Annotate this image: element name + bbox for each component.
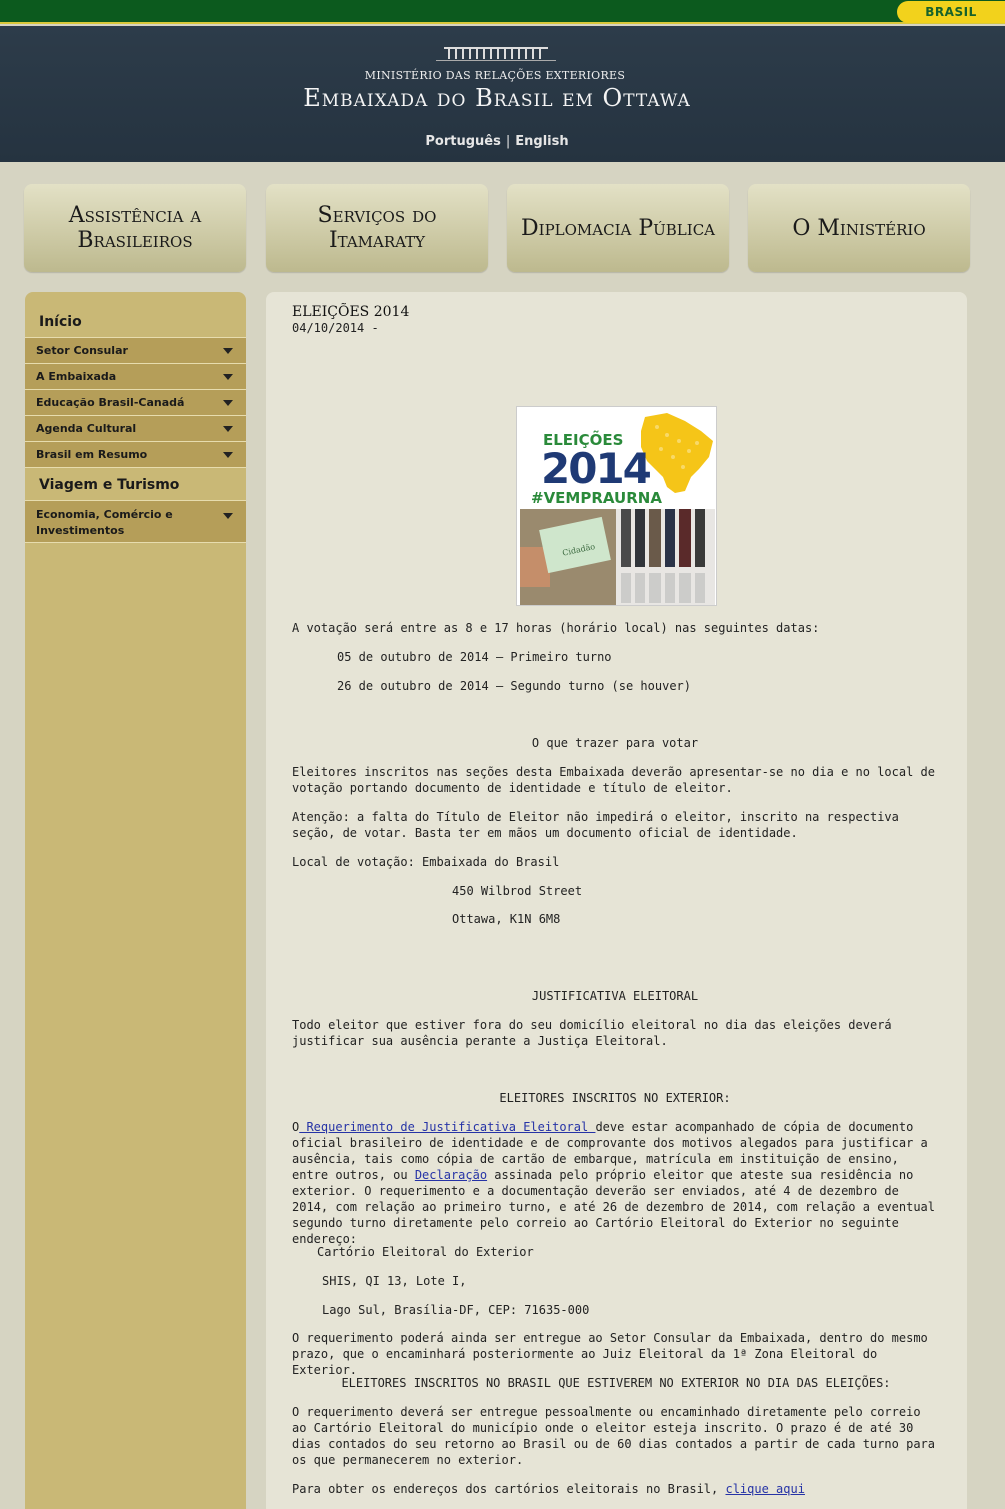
article-date: 04/10/2014 - (292, 321, 379, 335)
nav-diplomacia-button[interactable]: Diplomacia Pública (507, 184, 729, 272)
sidebar-item-label: Setor Consular (36, 344, 128, 357)
chevron-down-icon[interactable] (223, 513, 233, 519)
lang-separator: | (505, 134, 511, 149)
cartorio-line-2: SHIS, QI 13, Lote I, (322, 1274, 467, 1288)
justification-text: Todo eleitor que estiver fora do seu dom… (292, 1018, 899, 1048)
nav-ministerio-button[interactable]: O Ministério (748, 184, 970, 272)
itamaraty-logo-icon (436, 47, 556, 61)
chevron-down-icon[interactable] (223, 452, 233, 458)
consular-text: O requerimento poderá ainda ser entregue… (292, 1331, 935, 1377)
address-line-2: Ottawa, K1N 6M8 (452, 912, 561, 926)
sidebar-item-label: A Embaixada (36, 370, 117, 383)
sidebar-item-agenda-cultural[interactable]: Agenda Cultural (25, 416, 246, 442)
abroad-text: O Requerimento de Justificativa Eleitora… (292, 1119, 940, 1247)
chevron-down-icon[interactable] (223, 374, 233, 380)
ministry-name: MINISTÉRIO DAS RELAÇÕES EXTERIORES (364, 69, 626, 82)
sidebar: Início Setor Consular A Embaixada Educaç… (25, 292, 246, 1509)
justification-heading: JUSTIFICATIVA ELEITORAL (531, 989, 699, 1003)
poster-year-text: 2014 (541, 444, 651, 493)
sidebar-item-viagem[interactable]: Viagem e Turismo (25, 468, 246, 501)
cartorio-line-1: Cartório Eleitoral do Exterior (317, 1245, 534, 1259)
location-text: Local de votação: Embaixada do Brasil (292, 855, 560, 869)
chevron-down-icon[interactable] (223, 426, 233, 432)
chevron-down-icon[interactable] (223, 400, 233, 406)
abroad-heading: ELEITORES INSCRITOS NO EXTERIOR: (499, 1091, 731, 1105)
addresses-text: Para obter os endereços dos cartórios el… (292, 1481, 938, 1497)
chevron-down-icon[interactable] (223, 348, 233, 354)
bring-text: Eleitores inscritos nas seções desta Emb… (292, 765, 943, 795)
elections-poster-image: ELEIÇÕES 2014 #VEMPRAURNA Cidadão (517, 407, 716, 605)
sidebar-item-inicio[interactable]: Início (25, 292, 246, 338)
sidebar-item-brasil-em-resumo[interactable]: Brasil em Resumo (25, 442, 246, 468)
sidebar-item-economia[interactable]: Economia, Comércio e Investimentos (25, 501, 246, 543)
address-line-1: 450 Wilbrod Street (452, 884, 583, 898)
voting-times-text: A votação será entre as 8 e 17 horas (ho… (292, 621, 820, 635)
sidebar-item-label: Agenda Cultural (36, 422, 137, 435)
sidebar-item-label: Educação Brasil-Canadá (36, 396, 185, 409)
sidebar-item-a-embaixada[interactable]: A Embaixada (25, 364, 246, 390)
sidebar-item-setor-consular[interactable]: Setor Consular (25, 338, 246, 364)
site-header: MINISTÉRIO DAS RELAÇÕES EXTERIORES Embai… (0, 26, 1005, 162)
nav-servicos-button[interactable]: Serviços do Itamaraty (266, 184, 488, 272)
sidebar-item-label: Brasil em Resumo (36, 448, 148, 461)
requerimento-link[interactable]: Requerimento de Justificativa Eleitoral (299, 1120, 595, 1134)
lang-portugues-link[interactable]: Português (425, 134, 500, 149)
bring-heading: O que trazer para votar (531, 736, 699, 750)
brasil-heading: ELEITORES INSCRITOS NO BRASIL QUE ESTIVE… (341, 1376, 891, 1390)
site-title: Embaixada do Brasil em Ottawa (303, 84, 691, 112)
cartorio-line-3: Lago Sul, Brasília-DF, CEP: 71635-000 (322, 1303, 590, 1317)
attention-text: Atenção: a falta do Título de Eleitor nã… (292, 810, 907, 840)
poster-hashtag-text: #VEMPRAURNA (531, 489, 662, 507)
round-2-text: 26 de outubro de 2014 – Segundo turno (s… (337, 679, 692, 693)
sidebar-item-label: Economia, Comércio e Investimentos (36, 508, 173, 537)
addresses-text-prefix: Para obter os endereços dos cartórios el… (292, 1482, 726, 1496)
clique-aqui-link[interactable]: clique aqui (725, 1482, 804, 1496)
nav-assistencia-button[interactable]: Assistência a Brasileiros (24, 184, 246, 272)
round-1-text: 05 de outubro de 2014 – Primeiro turno (337, 650, 612, 664)
article: ELEIÇÕES 2014 04/10/2014 - ELEIÇÕES 2014… (266, 292, 967, 1509)
article-title: ELEIÇÕES 2014 (292, 304, 410, 320)
brasil-gov-link[interactable]: BRASIL (897, 1, 1005, 23)
gov-bar: BRASIL (0, 0, 1005, 24)
brasil-text: O requerimento deverá ser entregue pesso… (292, 1405, 943, 1467)
language-switcher: Português | English (0, 134, 994, 149)
sidebar-item-educacao[interactable]: Educação Brasil-Canadá (25, 390, 246, 416)
lang-english-link[interactable]: English (515, 134, 568, 149)
elections-poster: ELEIÇÕES 2014 #VEMPRAURNA Cidadão (516, 406, 717, 606)
declaracao-link[interactable]: Declaração (415, 1168, 487, 1182)
